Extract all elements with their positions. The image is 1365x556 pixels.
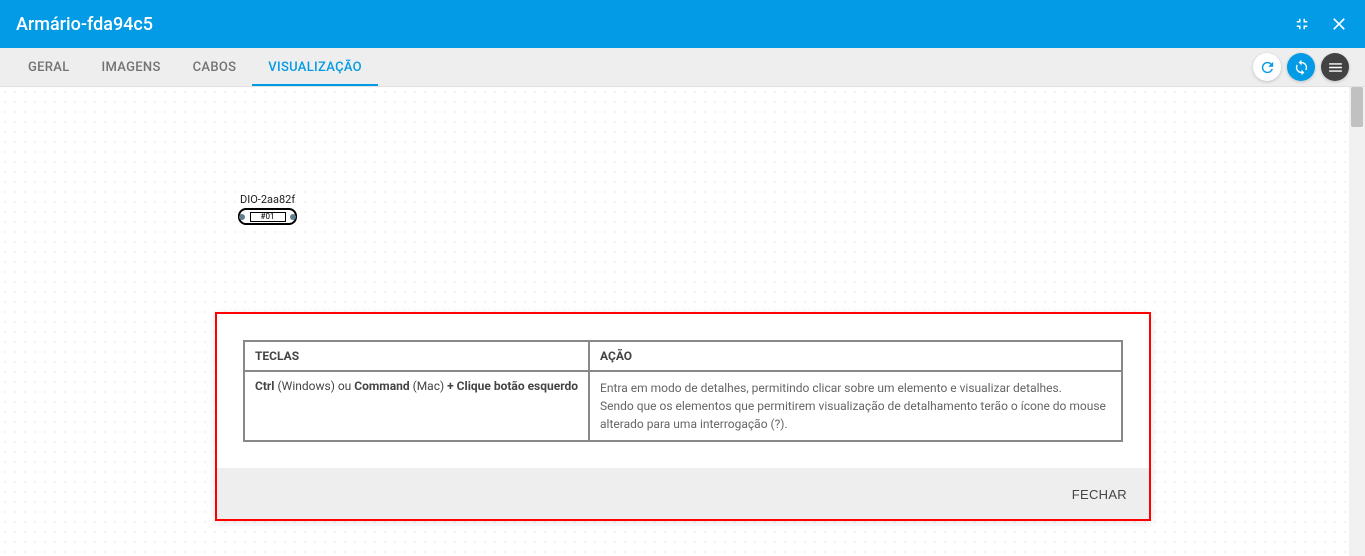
dialog-body: TECLAS AÇÃO Ctrl (Windows) ou Command (M… bbox=[217, 314, 1149, 468]
close-icon[interactable] bbox=[1329, 14, 1349, 34]
tab-visualizacao[interactable]: VISUALIZAÇÃO bbox=[252, 48, 378, 86]
table-header-row: TECLAS AÇÃO bbox=[244, 341, 1122, 371]
tab-cabos[interactable]: CABOS bbox=[177, 48, 253, 86]
app-header: Armário-fda94c5 bbox=[0, 0, 1365, 48]
close-button[interactable]: FECHAR bbox=[1072, 487, 1127, 502]
help-dialog: TECLAS AÇÃO Ctrl (Windows) ou Command (M… bbox=[215, 312, 1151, 521]
dialog-footer: FECHAR bbox=[217, 468, 1149, 519]
page-title: Armário-fda94c5 bbox=[16, 14, 153, 35]
canvas-area[interactable]: DIO-2aa82f #01 TECLAS AÇÃO Ctrl (Windows… bbox=[0, 87, 1365, 556]
cell-keys: Ctrl (Windows) ou Command (Mac) + Clique… bbox=[244, 371, 589, 441]
device-node[interactable]: DIO-2aa82f #01 bbox=[238, 193, 297, 225]
refresh-button[interactable] bbox=[1253, 53, 1281, 81]
table-row: Ctrl (Windows) ou Command (Mac) + Clique… bbox=[244, 371, 1122, 441]
reload-button[interactable] bbox=[1287, 53, 1315, 81]
toolbar-actions bbox=[1253, 48, 1365, 86]
tabs-bar: GERAL IMAGENS CABOS VISUALIZAÇÃO bbox=[0, 48, 1365, 87]
tab-imagens[interactable]: IMAGENS bbox=[86, 48, 177, 86]
fullscreen-exit-icon[interactable] bbox=[1293, 15, 1311, 33]
tabs: GERAL IMAGENS CABOS VISUALIZAÇÃO bbox=[0, 48, 378, 86]
scrollbar[interactable] bbox=[1349, 87, 1365, 556]
scrollbar-thumb[interactable] bbox=[1351, 87, 1363, 127]
device-shape[interactable]: #01 bbox=[238, 208, 297, 225]
header-action: AÇÃO bbox=[589, 341, 1122, 371]
menu-button[interactable] bbox=[1321, 53, 1349, 81]
tab-geral[interactable]: GERAL bbox=[12, 48, 86, 86]
header-actions bbox=[1293, 14, 1349, 34]
cell-action: Entra em modo de detalhes, permitindo cl… bbox=[589, 371, 1122, 441]
header-keys: TECLAS bbox=[244, 341, 589, 371]
device-port[interactable]: #01 bbox=[250, 212, 286, 222]
device-label: DIO-2aa82f bbox=[238, 193, 297, 206]
shortcuts-table: TECLAS AÇÃO Ctrl (Windows) ou Command (M… bbox=[243, 340, 1123, 442]
